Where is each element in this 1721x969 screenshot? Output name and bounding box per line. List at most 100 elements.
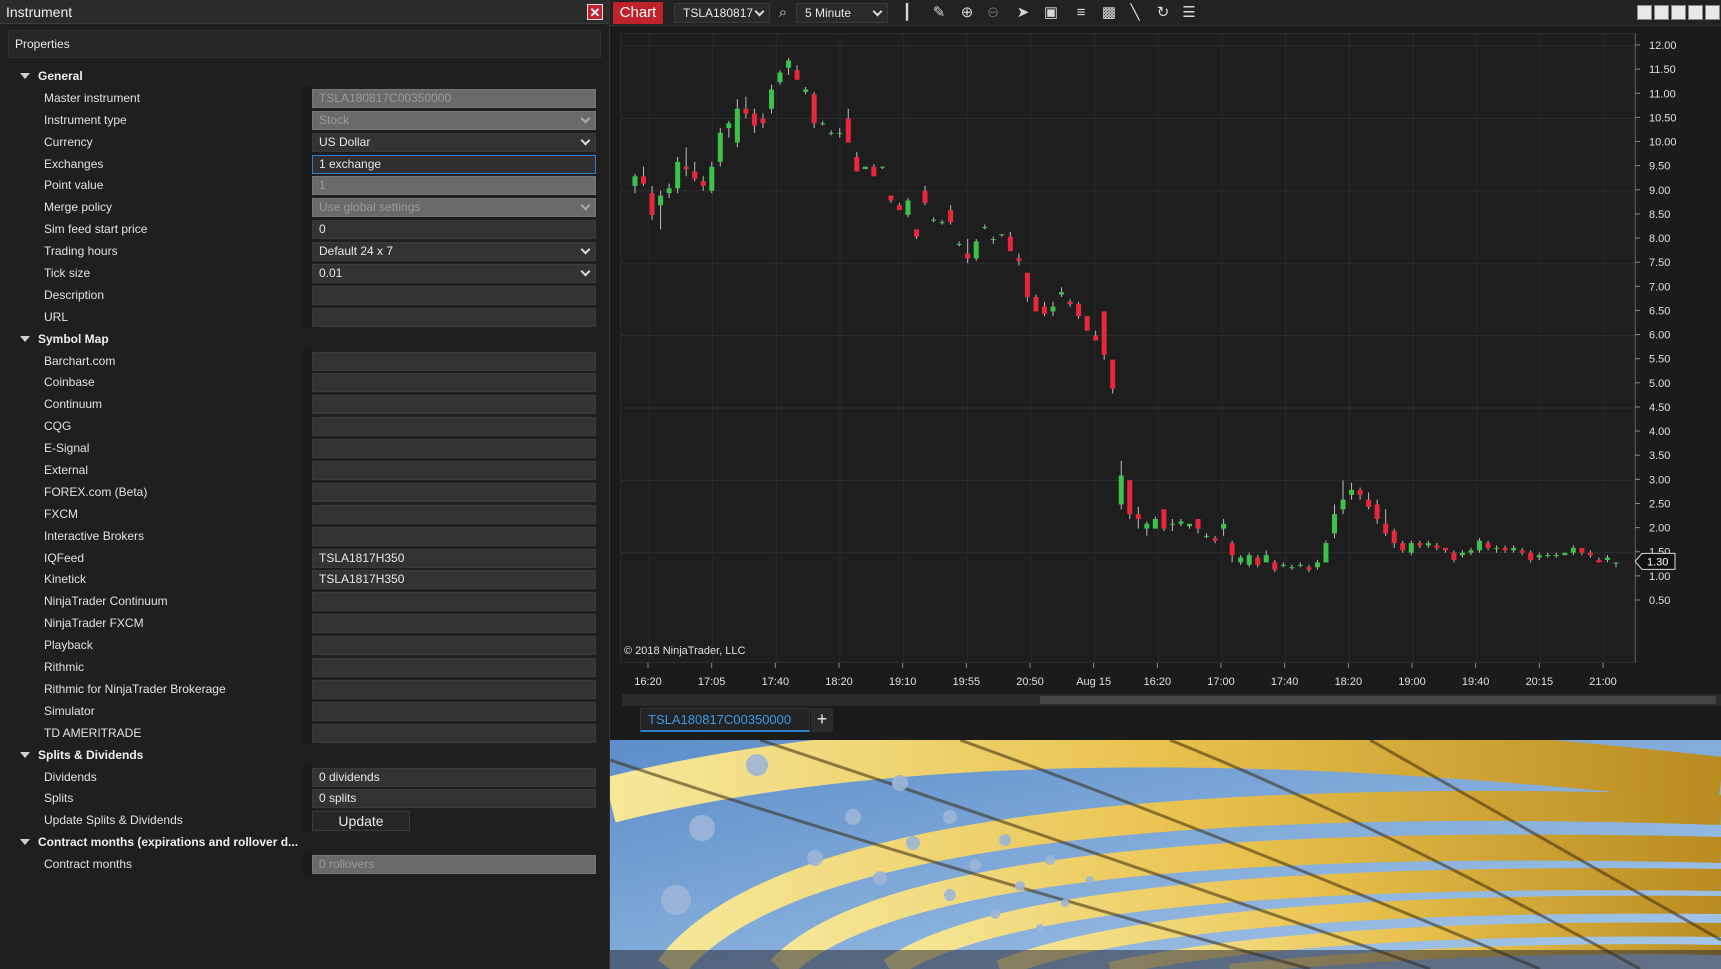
property-field[interactable] (312, 482, 596, 502)
expand-triangle-icon[interactable] (20, 73, 30, 79)
property-field[interactable]: 0 dividends (312, 767, 596, 787)
expand-triangle-icon[interactable] (20, 839, 30, 846)
property-field[interactable] (312, 307, 596, 327)
property-field[interactable] (312, 614, 596, 634)
add-tab-button[interactable]: + (811, 708, 833, 732)
chart-tab[interactable]: Chart (613, 2, 663, 24)
properties-list-icon[interactable]: ☰ (1180, 4, 1198, 22)
property-field[interactable] (312, 723, 596, 743)
grid-divider (302, 808, 312, 833)
data-box-icon[interactable]: ▣ (1042, 4, 1060, 22)
close-window-button[interactable] (1705, 5, 1720, 20)
pencil-draw-icon[interactable]: ✎ (930, 4, 948, 22)
instrument-titlebar[interactable]: Instrument ✕ (0, 0, 609, 24)
update-button[interactable]: Update (312, 811, 410, 832)
indicators-icon[interactable]: ≡ (1072, 4, 1090, 22)
property-field[interactable]: 1 exchange (312, 154, 596, 174)
zoom-in-icon[interactable]: ⊕ (958, 4, 976, 22)
candle-body (939, 222, 945, 224)
property-field[interactable]: 0 splits (312, 789, 596, 809)
chevron-down-icon (754, 6, 765, 17)
expand-triangle-icon[interactable] (20, 751, 30, 758)
layout-button[interactable] (1637, 5, 1652, 20)
property-label: Tick size (44, 266, 91, 281)
chevron-down-icon (580, 244, 591, 255)
property-field[interactable] (312, 679, 596, 699)
layout-button[interactable] (1654, 5, 1669, 20)
instrument-tab[interactable]: TSLA180817C00350000 (640, 708, 810, 732)
maximize-button[interactable] (1688, 5, 1703, 20)
candle-body (948, 210, 954, 223)
candle-body (1238, 557, 1244, 563)
property-dropdown[interactable]: 0.01 (312, 264, 596, 284)
property-dropdown[interactable]: Default 24 x 7 (312, 242, 596, 262)
close-icon[interactable]: ✕ (587, 3, 603, 20)
property-field[interactable] (312, 373, 596, 393)
category-header[interactable]: Contract months (expirations and rollove… (8, 830, 602, 852)
pointer-icon[interactable]: ➤ (1014, 4, 1032, 22)
property-value: Default 24 x 7 (319, 244, 394, 259)
grid-divider (302, 676, 312, 701)
search-icon[interactable]: ⌕ (774, 4, 792, 22)
price-plot[interactable] (620, 33, 1635, 663)
chart-toolbar: Chart TSLA180817 ⌕ 5 Minute ┃ ✎ ⊕ ⊖ ➤ ▣ … (610, 0, 1721, 26)
property-label: Rithmic (44, 660, 85, 675)
scrollbar-thumb[interactable] (1040, 696, 1716, 704)
candle-body (1502, 547, 1508, 551)
property-row: Continuum (8, 392, 602, 417)
x-tick-label: 16:20 (634, 676, 662, 688)
property-field[interactable] (312, 526, 596, 546)
property-field[interactable] (312, 658, 596, 678)
grid-divider (302, 523, 312, 548)
property-dropdown[interactable]: US Dollar (312, 132, 596, 152)
property-field[interactable] (312, 417, 596, 437)
expand-triangle-icon[interactable] (20, 335, 30, 342)
candle-body (1340, 499, 1346, 510)
candle-body (751, 113, 757, 126)
candle-body (1366, 499, 1372, 507)
property-field[interactable] (312, 701, 596, 721)
interval-selector[interactable]: 5 Minute (796, 3, 888, 23)
y-tick-label: 8.00 (1649, 233, 1670, 245)
property-field[interactable] (312, 504, 596, 524)
category-header[interactable]: Symbol Map (8, 327, 602, 349)
candle-body (931, 219, 937, 221)
strategies-icon[interactable]: ▩ (1100, 4, 1118, 22)
property-field[interactable]: 0 (312, 220, 596, 240)
property-field[interactable] (312, 636, 596, 656)
property-field[interactable] (312, 592, 596, 612)
property-field[interactable]: TSLA1817H350 (312, 548, 596, 568)
property-field[interactable]: TSLA1817H350 (312, 570, 596, 590)
bar-type-icon[interactable]: ┃ (898, 4, 916, 22)
y-tick-label: 1.00 (1649, 571, 1670, 583)
property-label: Exchanges (44, 156, 104, 171)
property-field[interactable] (312, 285, 596, 305)
instrument-selector[interactable]: TSLA180817 (674, 3, 770, 23)
time-axis[interactable]: 16:20 17:05 17:40 18:20 19:10 19:55 20:50 Aug 1… (620, 663, 1635, 693)
property-field[interactable] (312, 351, 596, 371)
candle-body (1604, 557, 1610, 560)
price-axis[interactable]: 12.00 11.50 11.00 10.50 10.00 9.50 9.00 8.50 8.0… (1635, 33, 1721, 663)
y-tick-label: 5.50 (1649, 354, 1670, 366)
property-row: Point value 1 (8, 173, 602, 198)
chevron-down-icon (872, 6, 883, 17)
grid-divider (302, 852, 312, 877)
category-header[interactable]: Splits & Dividends (8, 743, 602, 765)
minimize-button[interactable] (1671, 5, 1686, 20)
chart-scrollbar[interactable] (622, 694, 1721, 706)
property-row: URL (8, 304, 602, 329)
candle-body (1289, 567, 1295, 569)
property-field[interactable] (312, 461, 596, 481)
candle-body (1477, 540, 1483, 551)
drawing-tools-icon[interactable]: ╲ (1126, 4, 1144, 22)
zoom-out-icon[interactable]: ⊖ (984, 4, 1002, 22)
candle-body (1579, 547, 1585, 553)
refresh-icon[interactable]: ↻ (1154, 4, 1172, 22)
property-grid: General Master instrument TSLA180817C00350… (8, 64, 602, 877)
category-name: Splits & Dividends (38, 747, 144, 762)
chevron-down-icon (580, 135, 591, 146)
property-field[interactable] (312, 395, 596, 415)
category-header[interactable]: General (8, 64, 602, 86)
candle-body (1494, 547, 1500, 549)
property-field[interactable] (312, 439, 596, 459)
